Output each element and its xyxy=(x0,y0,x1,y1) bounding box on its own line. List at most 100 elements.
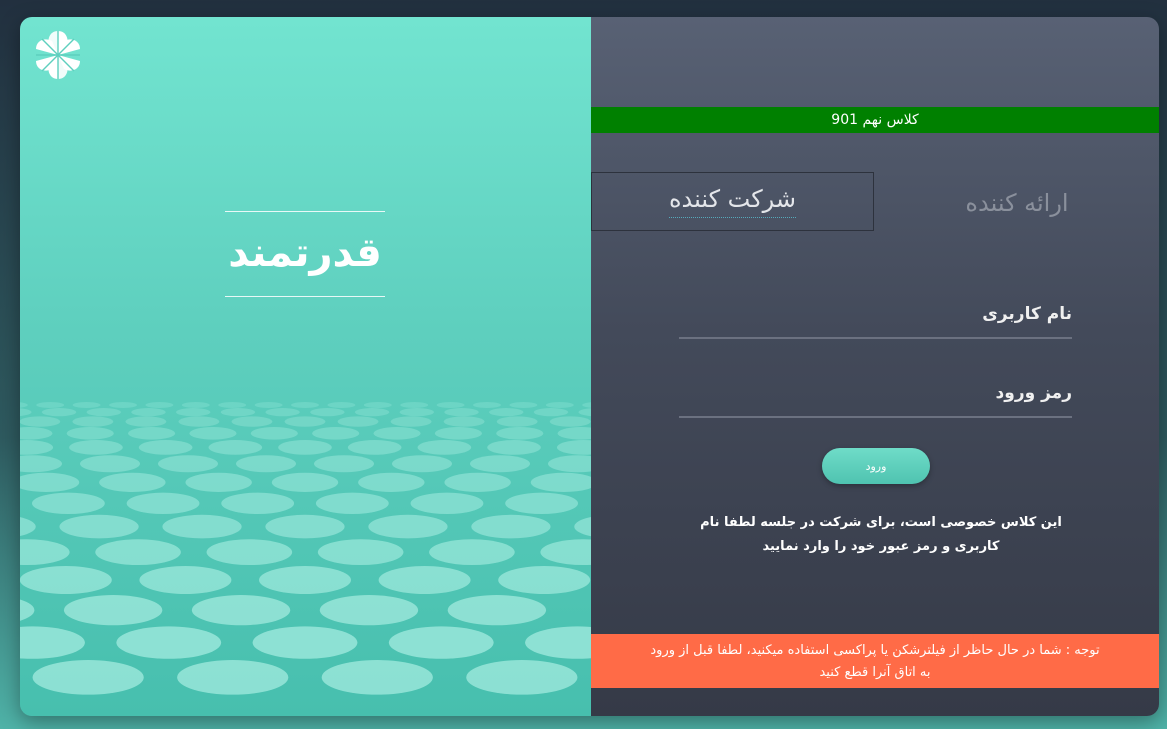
decor-dot xyxy=(548,455,591,473)
decor-dot xyxy=(236,455,296,473)
decor-dot xyxy=(447,595,547,626)
decor-dot xyxy=(265,514,345,539)
decor-dot xyxy=(20,408,32,417)
decor-dot xyxy=(20,455,62,473)
decor-dot xyxy=(444,472,511,492)
tab-presenter-label: ارائه کننده xyxy=(965,188,1069,217)
decor-dot xyxy=(337,416,379,427)
decor-dot xyxy=(388,626,494,659)
decor-dot xyxy=(327,402,356,408)
decor-dot xyxy=(181,402,210,408)
decor-dot xyxy=(138,440,193,455)
decor-dot xyxy=(574,516,591,537)
decor-dot xyxy=(373,427,421,440)
decor-dot xyxy=(487,440,541,455)
tab-presenter[interactable]: ارائه کننده xyxy=(875,173,1159,232)
decor-dot xyxy=(530,472,591,492)
decor-dot xyxy=(36,402,65,408)
decor-dot xyxy=(434,427,482,440)
decor-dot xyxy=(399,408,434,417)
username-field-wrap xyxy=(679,291,1072,339)
decor-dot xyxy=(95,539,181,566)
decor-dot xyxy=(466,660,578,695)
decor-dot xyxy=(378,566,471,594)
decor-dot xyxy=(189,427,237,440)
decor-dot xyxy=(284,416,326,427)
decor-dot xyxy=(278,440,332,455)
decor-dot xyxy=(400,402,429,408)
decor-dot xyxy=(231,416,273,427)
decor-dot xyxy=(496,416,538,427)
decor-dot xyxy=(429,539,515,566)
decor-dot xyxy=(20,566,112,594)
decor-dot xyxy=(368,514,448,539)
decor-dot xyxy=(109,402,137,408)
decor-dot xyxy=(206,539,293,566)
decor-dot xyxy=(20,472,80,492)
decor-dot xyxy=(549,416,591,427)
decor-dot xyxy=(556,440,591,455)
decor-dot xyxy=(72,402,101,408)
decor-dot xyxy=(291,402,319,408)
decor-dot xyxy=(259,566,351,594)
decor-dot xyxy=(177,660,289,695)
decor-dot xyxy=(32,492,105,515)
decor-dot xyxy=(310,408,345,417)
decor-dot xyxy=(176,408,211,417)
decor-dot xyxy=(162,514,242,539)
decor-dot xyxy=(470,455,530,473)
decor-dot xyxy=(578,408,591,417)
decor-dot xyxy=(358,472,425,492)
decor-dot xyxy=(139,566,232,594)
decor-dot xyxy=(582,402,591,408)
decor-dot xyxy=(317,539,404,566)
password-input[interactable] xyxy=(679,370,1072,416)
decor-dot xyxy=(390,416,432,427)
decor-dot xyxy=(252,626,358,659)
decor-dot xyxy=(443,416,485,427)
brand-title: قدرتمند xyxy=(228,230,382,276)
decor-dot xyxy=(525,626,591,659)
decor-dot xyxy=(471,514,551,539)
decor-dot xyxy=(99,472,166,492)
login-card: قدرتمند کلاس نهم 901 ارائه کننده شرکت کن… xyxy=(20,17,1159,716)
decor-dot xyxy=(145,402,174,408)
decor-dot xyxy=(271,472,339,492)
decor-dot xyxy=(126,492,200,515)
decor-dot xyxy=(498,566,591,594)
decor-dot xyxy=(473,402,501,408)
decor-dot xyxy=(59,514,139,539)
decor-dot xyxy=(116,626,222,659)
tab-participant[interactable]: شرکت کننده xyxy=(591,172,874,231)
decor-dot xyxy=(489,408,524,417)
decor-dot xyxy=(354,408,390,417)
brand-block: قدرتمند xyxy=(225,211,385,297)
password-field-wrap xyxy=(679,370,1072,418)
decor-dot xyxy=(312,427,360,440)
decor-dot xyxy=(540,539,591,566)
decor-dot xyxy=(444,408,479,417)
decor-dot xyxy=(20,517,36,537)
decor-dot xyxy=(410,492,484,515)
decor-dot xyxy=(185,472,252,492)
decor-dot xyxy=(20,402,28,408)
decor-dot xyxy=(315,492,389,515)
decor-dot xyxy=(69,440,123,455)
decor-dot xyxy=(125,416,167,427)
username-input[interactable] xyxy=(679,291,1072,337)
decor-dot xyxy=(80,455,140,473)
login-button[interactable]: ورود xyxy=(822,448,930,484)
decor-dot xyxy=(347,440,402,455)
decor-dot xyxy=(505,492,578,515)
login-panel: کلاس نهم 901 ارائه کننده شرکت کننده ورود… xyxy=(591,17,1159,716)
decor-dot xyxy=(158,455,218,473)
decor-dot xyxy=(321,660,433,695)
warning-line: توجه : شما در حال حاظر از فیلترشکن یا پر… xyxy=(650,643,1100,658)
decor-dot xyxy=(220,408,256,417)
info-line: کاربری و رمز عبور خود را وارد نمایید xyxy=(762,539,1000,554)
decor-dot xyxy=(128,427,176,440)
info-line: این کلاس خصوصی است، برای شرکت در جلسه لط… xyxy=(700,515,1062,530)
decor-dot xyxy=(32,660,144,695)
decor-dot xyxy=(218,402,247,408)
decor-dot xyxy=(221,492,295,515)
